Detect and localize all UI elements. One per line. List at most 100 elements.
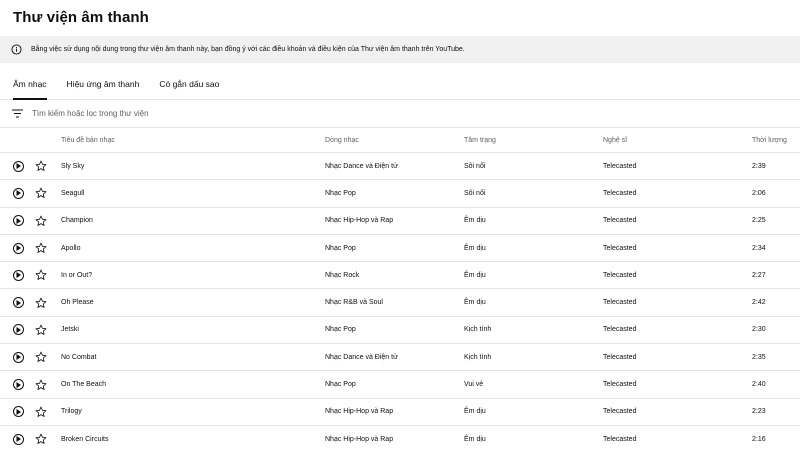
play-icon[interactable] xyxy=(13,324,24,336)
star-outline-icon[interactable] xyxy=(35,324,47,336)
table-header: Tiêu đề bản nhạc Dòng nhạc Tâm trạng Ngh… xyxy=(0,128,800,153)
track-genre: Nhạc Pop xyxy=(325,189,356,197)
play-icon[interactable] xyxy=(13,242,24,254)
column-header-mood[interactable]: Tâm trạng xyxy=(464,137,603,144)
track-artist: Telecasted xyxy=(603,271,637,279)
track-mood: Êm dịu xyxy=(464,435,486,443)
track-mood: Êm dịu xyxy=(464,271,486,279)
track-artist: Telecasted xyxy=(603,244,637,252)
track-title: Seagull xyxy=(61,189,85,197)
column-header-title[interactable]: Tiêu đề bản nhạc xyxy=(61,137,325,144)
star-outline-icon[interactable] xyxy=(35,351,47,363)
track-title: Broken Circuits xyxy=(61,435,109,443)
play-icon[interactable] xyxy=(13,187,24,199)
track-mood: Sôi nổi xyxy=(464,189,486,197)
table-row[interactable]: Apollo Nhạc Pop Êm dịu Telecasted 2:34 xyxy=(0,235,800,263)
track-title: Sly Sky xyxy=(61,162,85,170)
track-genre: Nhạc Pop xyxy=(325,326,356,334)
column-header-genre[interactable]: Dòng nhạc xyxy=(325,137,464,144)
play-icon[interactable] xyxy=(13,433,24,445)
page-title: Thư viện âm thanh xyxy=(13,8,149,26)
track-genre: Nhạc Rock xyxy=(325,271,360,279)
library-tabs: Âm nhạc Hiệu ứng âm thanh Có gắn dấu sao xyxy=(0,63,800,100)
track-artist: Telecasted xyxy=(603,299,637,307)
play-icon[interactable] xyxy=(13,269,24,281)
play-icon[interactable] xyxy=(13,297,24,309)
track-title: Trilogy xyxy=(61,408,82,416)
track-duration: 2:25 xyxy=(752,217,766,225)
track-mood: Vui vẻ xyxy=(464,381,484,389)
track-genre: Nhạc Pop xyxy=(325,381,356,389)
track-mood: Kịch tính xyxy=(464,353,492,361)
track-genre: Nhạc Hip-Hop và Rap xyxy=(325,435,394,443)
play-icon[interactable] xyxy=(13,406,24,418)
track-artist: Telecasted xyxy=(603,435,637,443)
track-genre: Nhạc R&B và Soul xyxy=(325,299,383,307)
star-outline-icon[interactable] xyxy=(35,297,47,309)
filter-bar xyxy=(0,100,800,128)
star-outline-icon[interactable] xyxy=(35,187,47,199)
track-duration: 2:39 xyxy=(752,162,766,170)
track-title: On The Beach xyxy=(61,381,107,389)
track-mood: Êm dịu xyxy=(464,408,486,416)
track-duration: 2:23 xyxy=(752,408,766,416)
play-icon[interactable] xyxy=(13,160,24,172)
table-row[interactable]: Sly Sky Nhạc Dance và Điện tử Sôi nổi Telec… xyxy=(0,153,800,181)
track-artist: Telecasted xyxy=(603,217,637,225)
tab-music[interactable]: Âm nhạc xyxy=(13,79,47,100)
table-row[interactable]: Champion Nhạc Hip-Hop và Rap Êm dịu Telecas… xyxy=(0,208,800,235)
track-title: Oh Please xyxy=(61,299,94,307)
track-artist: Telecasted xyxy=(603,381,637,389)
track-artist: Telecasted xyxy=(603,162,637,170)
search-filter-input[interactable] xyxy=(32,109,432,118)
tab-sound-effects[interactable]: Hiệu ứng âm thanh xyxy=(67,79,140,99)
table-row[interactable]: Seagull Nhạc Pop Sôi nổi Telecasted 2:06 xyxy=(0,180,800,208)
track-mood: Êm dịu xyxy=(464,244,486,252)
filter-icon[interactable] xyxy=(11,108,23,120)
table-row[interactable]: Broken Circuits Nhạc Hip-Hop và Rap Êm dịu… xyxy=(0,426,800,450)
star-outline-icon[interactable] xyxy=(35,160,47,172)
track-title: Jetski xyxy=(61,326,79,334)
table-row[interactable]: On The Beach Nhạc Pop Vui vẻ Telecasted 2:40 xyxy=(0,371,800,399)
star-outline-icon[interactable] xyxy=(35,242,47,254)
track-genre: Nhạc Hip-Hop và Rap xyxy=(325,217,394,225)
table-row[interactable]: In or Out? Nhạc Rock Êm dịu Telecasted 2:27 xyxy=(0,262,800,290)
track-duration: 2:27 xyxy=(752,271,766,279)
table-row[interactable]: No Combat Nhạc Dance và Điện tử Kịch tính T… xyxy=(0,344,800,372)
star-outline-icon[interactable] xyxy=(35,433,47,445)
track-duration: 2:30 xyxy=(752,326,766,334)
track-duration: 2:34 xyxy=(752,244,766,252)
track-duration: 2:16 xyxy=(752,435,766,443)
track-duration: 2:35 xyxy=(752,353,766,361)
track-mood: Êm dịu xyxy=(464,217,486,225)
track-duration: 2:42 xyxy=(752,299,766,307)
track-mood: Êm dịu xyxy=(464,299,486,307)
column-header-artist[interactable]: Nghệ sĩ xyxy=(603,137,752,144)
star-outline-icon[interactable] xyxy=(35,215,47,227)
column-header-duration[interactable]: Thời lượng xyxy=(752,137,800,144)
track-title: Champion xyxy=(61,217,93,225)
track-list: Sly Sky Nhạc Dance và Điện tử Sôi nổi Telec… xyxy=(0,153,800,450)
terms-notice-banner: Bằng việc sử dụng nội dung trong thư việ… xyxy=(0,36,800,63)
track-duration: 2:06 xyxy=(752,189,766,197)
track-title: Apollo xyxy=(61,244,81,252)
track-title: No Combat xyxy=(61,353,97,361)
track-mood: Sôi nổi xyxy=(464,162,486,170)
play-icon[interactable] xyxy=(13,379,24,391)
table-row[interactable]: Oh Please Nhạc R&B và Soul Êm dịu Telecaste… xyxy=(0,289,800,317)
tab-starred[interactable]: Có gắn dấu sao xyxy=(159,79,219,99)
star-outline-icon[interactable] xyxy=(35,379,47,391)
track-artist: Telecasted xyxy=(603,353,637,361)
play-icon[interactable] xyxy=(13,215,24,227)
table-row[interactable]: Jetski Nhạc Pop Kịch tính Telecasted 2:30 xyxy=(0,317,800,345)
track-artist: Telecasted xyxy=(603,189,637,197)
page-header: Thư viện âm thanh xyxy=(0,0,800,34)
track-genre: Nhạc Dance và Điện tử xyxy=(325,162,398,170)
table-row[interactable]: Trilogy Nhạc Hip-Hop và Rap Êm dịu Telecast… xyxy=(0,399,800,426)
track-mood: Kịch tính xyxy=(464,326,492,334)
track-genre: Nhạc Dance và Điện tử xyxy=(325,353,398,361)
star-outline-icon[interactable] xyxy=(35,406,47,418)
play-icon[interactable] xyxy=(13,351,24,363)
track-artist: Telecasted xyxy=(603,326,637,334)
star-outline-icon[interactable] xyxy=(35,269,47,281)
